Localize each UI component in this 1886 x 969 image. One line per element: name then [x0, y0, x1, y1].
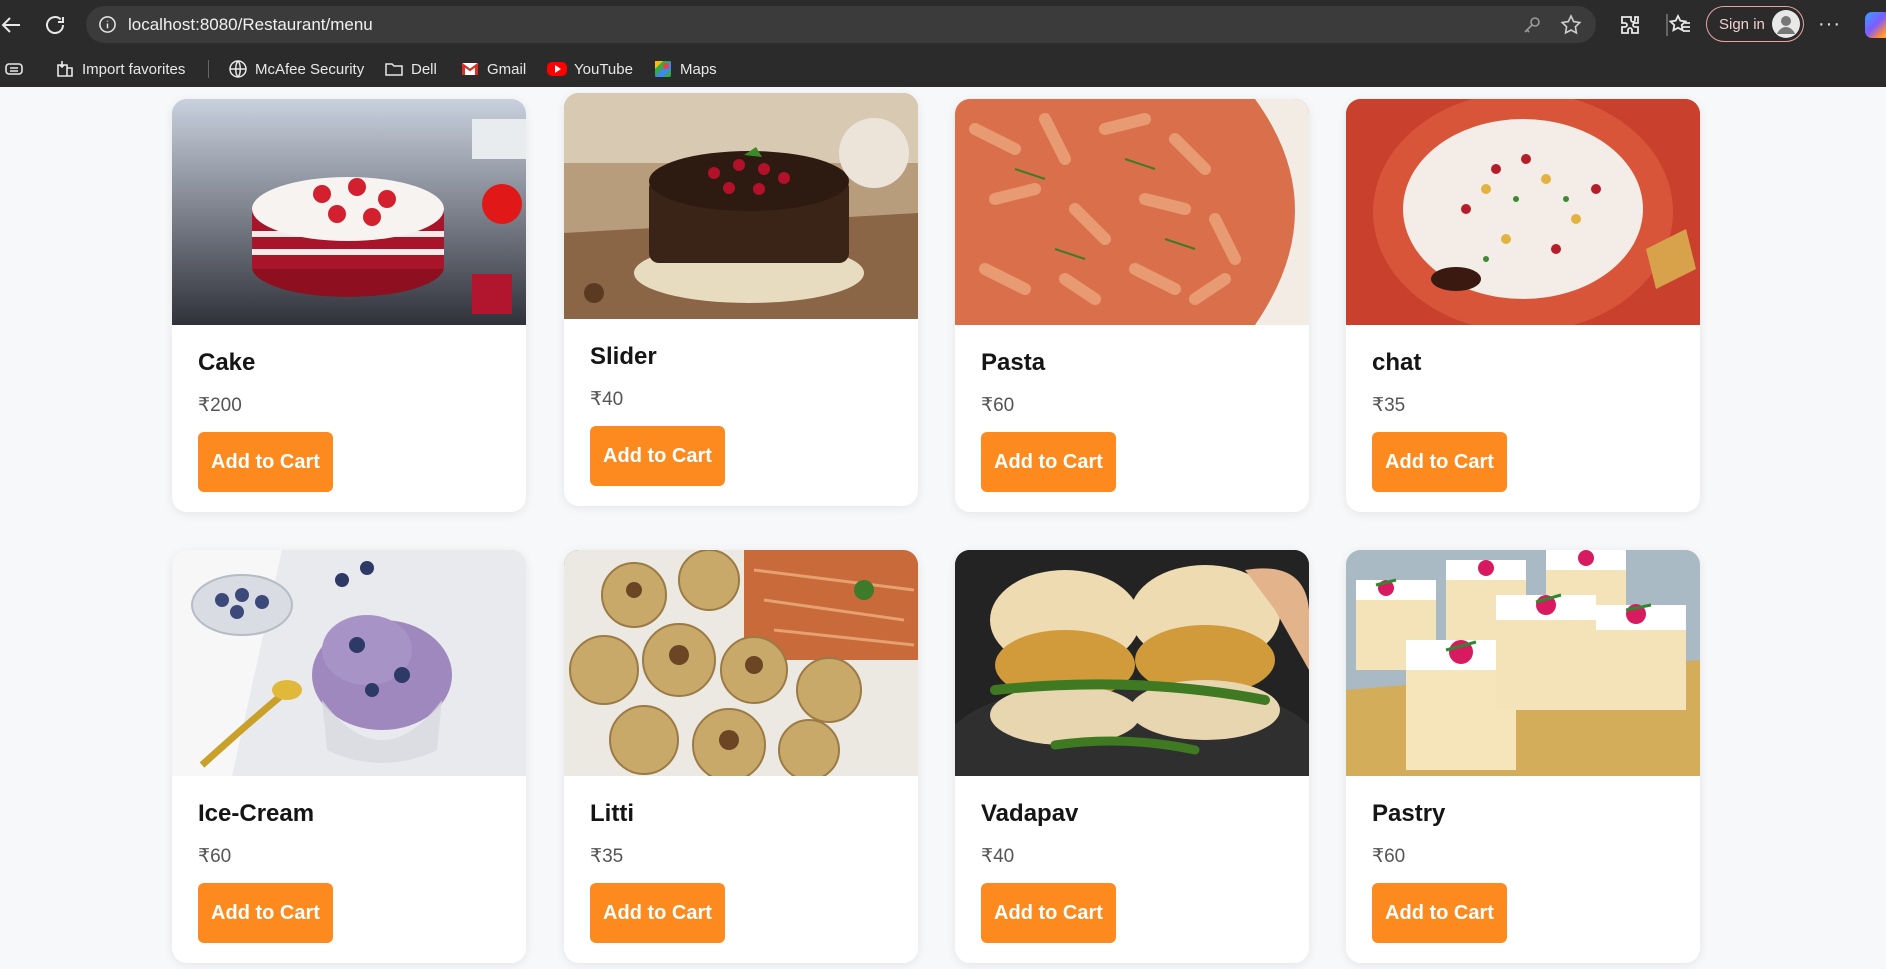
item-name: Vadapav: [981, 800, 1079, 827]
menu-card-litti: Litti ₹35 Add to Cart: [564, 550, 918, 963]
youtube-icon: [547, 62, 567, 76]
refresh-icon[interactable]: [43, 13, 67, 37]
folder-icon: [385, 63, 403, 76]
food-image-pastry: [1346, 550, 1700, 776]
bookmark-maps[interactable]: Maps: [653, 58, 717, 80]
site-info-icon[interactable]: [98, 15, 117, 34]
item-name: Litti: [590, 800, 634, 827]
item-price: ₹60: [1372, 846, 1406, 867]
maps-icon: [655, 61, 671, 77]
add-to-cart-button[interactable]: Add to Cart: [590, 883, 725, 943]
item-price: ₹35: [1372, 395, 1406, 416]
item-name: chat: [1372, 349, 1422, 376]
food-image-pasta: [955, 99, 1309, 325]
bookmark-mcafee-security[interactable]: McAfee Security: [228, 58, 364, 80]
food-image-vadapav: [955, 550, 1309, 820]
bookmarks-bar: Import favorites McAfee Security Dell Gm…: [0, 50, 1886, 87]
item-name: Cake: [198, 349, 256, 376]
menu-card-cake: Cake ₹200 Add to Cart: [172, 99, 526, 512]
address-bar[interactable]: localhost:8080/Restaurant/menu: [86, 6, 1596, 43]
bookmark-label: Dell: [411, 60, 437, 78]
item-price: ₹40: [981, 846, 1015, 867]
bookmark-label: McAfee Security: [255, 60, 365, 78]
bookmark-dell[interactable]: Dell: [384, 58, 437, 80]
bookmark-divider: [208, 60, 209, 78]
menu-card-pastry: Pastry ₹60 Add to Cart: [1346, 550, 1700, 963]
item-price: ₹40: [590, 389, 624, 410]
food-image-chat: [1346, 99, 1700, 332]
avatar-icon: [1772, 10, 1800, 38]
item-name: Slider: [590, 343, 657, 370]
add-to-cart-button[interactable]: Add to Cart: [981, 432, 1116, 492]
back-icon[interactable]: [0, 13, 24, 37]
item-price: ₹60: [198, 846, 232, 867]
item-name: Pastry: [1372, 800, 1446, 827]
item-name: Ice-Cream: [198, 800, 315, 827]
menu-card-vadapav: Vadapav ₹40 Add to Cart: [955, 550, 1309, 963]
copilot-icon[interactable]: [1865, 12, 1886, 38]
globe-icon: [229, 60, 247, 78]
item-name: Pasta: [981, 349, 1046, 376]
browser-toolbar: localhost:8080/Restaurant/menu Sign in ·…: [0, 0, 1886, 50]
sign-in-button[interactable]: Sign in: [1706, 6, 1804, 42]
bookmark-label: Import favorites: [82, 60, 186, 78]
food-image-litti: [564, 550, 918, 782]
menu-card-ice-cream: Ice-Cream ₹60 Add to Cart: [172, 550, 526, 963]
favorites-icon[interactable]: [1668, 13, 1692, 37]
gmail-icon: [461, 63, 479, 75]
add-to-cart-button[interactable]: Add to Cart: [198, 432, 333, 492]
item-price: ₹200: [198, 395, 242, 416]
extensions-icon[interactable]: [1618, 13, 1642, 37]
add-to-cart-button[interactable]: Add to Cart: [198, 883, 333, 943]
menu-card-pasta: Pasta ₹60 Add to Cart: [955, 99, 1309, 512]
import-icon: [57, 61, 73, 77]
menu-card-slider: Slider ₹40 Add to Cart: [564, 93, 918, 506]
add-to-cart-button[interactable]: Add to Cart: [1372, 432, 1507, 492]
bookmark-label: Maps: [680, 60, 717, 78]
add-to-cart-button[interactable]: Add to Cart: [590, 426, 725, 486]
url-text[interactable]: localhost:8080/Restaurant/menu: [128, 15, 373, 35]
menu-page: Cake ₹200 Add to Cart Slider ₹40 Add to …: [0, 87, 1886, 969]
more-menu-icon[interactable]: ···: [1818, 13, 1841, 36]
bookmark-youtube[interactable]: YouTube: [547, 58, 633, 80]
add-to-cart-button[interactable]: Add to Cart: [1372, 883, 1507, 943]
menu-card-chat: chat ₹35 Add to Cart: [1346, 99, 1700, 512]
tab-actions-icon[interactable]: [4, 58, 24, 80]
bookmark-label: YouTube: [574, 60, 633, 78]
favorite-star-icon[interactable]: [1560, 14, 1582, 36]
food-image-slider: [564, 93, 918, 319]
key-icon[interactable]: [1522, 15, 1542, 35]
item-price: ₹35: [590, 846, 624, 867]
bookmark-label: Gmail: [487, 60, 527, 78]
food-image-ice-cream: [172, 550, 526, 776]
add-to-cart-button[interactable]: Add to Cart: [981, 883, 1116, 943]
food-image-cake: [172, 99, 526, 325]
bookmark-gmail[interactable]: Gmail: [460, 58, 526, 80]
item-price: ₹60: [981, 395, 1015, 416]
bookmark-import-favorites[interactable]: Import favorites: [55, 58, 185, 80]
sign-in-label: Sign in: [1719, 16, 1765, 33]
